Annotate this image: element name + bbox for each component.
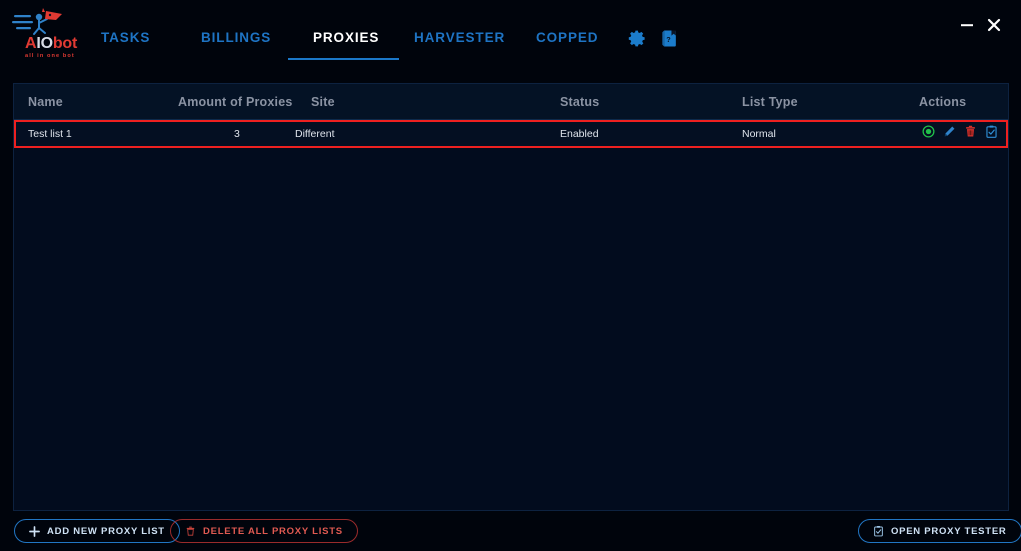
column-header-name: Name [28, 95, 63, 109]
tab-harvester[interactable]: HARVESTER [414, 30, 505, 45]
logo-text-bot: bot [52, 35, 78, 52]
cell-amount-of-proxies: 3 [234, 128, 240, 140]
close-button[interactable] [985, 16, 1003, 34]
proxy-lists-panel: Name Amount of Proxies Site Status List … [13, 83, 1009, 511]
pencil-glyph [944, 126, 955, 137]
table-body: Test list 1 3 Different Enabled Normal [14, 120, 1008, 148]
test-proxies-icon[interactable] [985, 125, 998, 138]
logo-wordmark: AIObot [25, 36, 77, 52]
cell-name: Test list 1 [28, 128, 72, 140]
cell-actions [922, 125, 998, 138]
logo-tagline: all in one bot [25, 53, 75, 59]
guide-book-icon[interactable]: ? [661, 29, 679, 48]
toggle-status-icon[interactable] [922, 125, 935, 138]
cell-site: Different [295, 128, 335, 140]
status-circle-glyph [922, 125, 935, 138]
add-new-proxy-list-label: ADD NEW PROXY LIST [47, 525, 165, 537]
footer-toolbar: ADD NEW PROXY LIST DELETE ALL PROXY LIST… [0, 511, 1021, 551]
book-glyph: ? [662, 30, 676, 47]
column-header-amount-of-proxies: Amount of Proxies [178, 95, 293, 109]
trash-icon [185, 525, 196, 537]
delete-icon[interactable] [964, 125, 977, 138]
clipboard-check-glyph [986, 125, 997, 138]
delete-all-proxy-lists-label: DELETE ALL PROXY LISTS [203, 525, 343, 537]
svg-text:?: ? [666, 35, 671, 44]
open-proxy-tester-button[interactable]: OPEN PROXY TESTER [858, 519, 1021, 543]
app-window: AIObot all in one bot TASKS BILLINGS PRO… [0, 0, 1021, 551]
column-header-actions: Actions [919, 95, 967, 109]
minimize-button[interactable] [958, 16, 976, 34]
column-header-list-type: List Type [742, 95, 798, 109]
logo-text-a: A [25, 35, 37, 52]
trash-glyph [186, 526, 195, 536]
trash-glyph [966, 125, 975, 137]
minimize-icon [961, 24, 973, 27]
clipboard-check-glyph [874, 525, 883, 537]
cell-status: Enabled [560, 128, 599, 140]
plus-icon [29, 525, 40, 537]
delete-all-proxy-lists-button[interactable]: DELETE ALL PROXY LISTS [170, 519, 358, 543]
app-logo: AIObot all in one bot [12, 8, 77, 60]
active-tab-underline [288, 58, 399, 60]
tab-tasks[interactable]: TASKS [101, 30, 150, 45]
clipboard-check-icon [873, 525, 884, 537]
cell-list-type: Normal [742, 128, 776, 140]
gear-glyph [628, 30, 645, 47]
tab-copped[interactable]: COPPED [536, 30, 598, 45]
column-header-status: Status [560, 95, 600, 109]
tab-proxies[interactable]: PROXIES [313, 30, 379, 45]
logo-mark-icon [12, 8, 62, 35]
edit-icon[interactable] [943, 125, 956, 138]
table-header-row: Name Amount of Proxies Site Status List … [14, 84, 1008, 120]
tab-billings[interactable]: BILLINGS [201, 30, 271, 45]
close-icon [987, 18, 1001, 32]
plus-glyph [29, 525, 40, 537]
settings-gear-icon[interactable] [628, 29, 647, 48]
table-row[interactable]: Test list 1 3 Different Enabled Normal [14, 120, 1008, 148]
title-bar: AIObot all in one bot TASKS BILLINGS PRO… [0, 0, 1021, 79]
logo-text-io: IO [36, 35, 53, 52]
column-header-site: Site [311, 95, 335, 109]
open-proxy-tester-label: OPEN PROXY TESTER [891, 525, 1007, 537]
add-new-proxy-list-button[interactable]: ADD NEW PROXY LIST [14, 519, 180, 543]
